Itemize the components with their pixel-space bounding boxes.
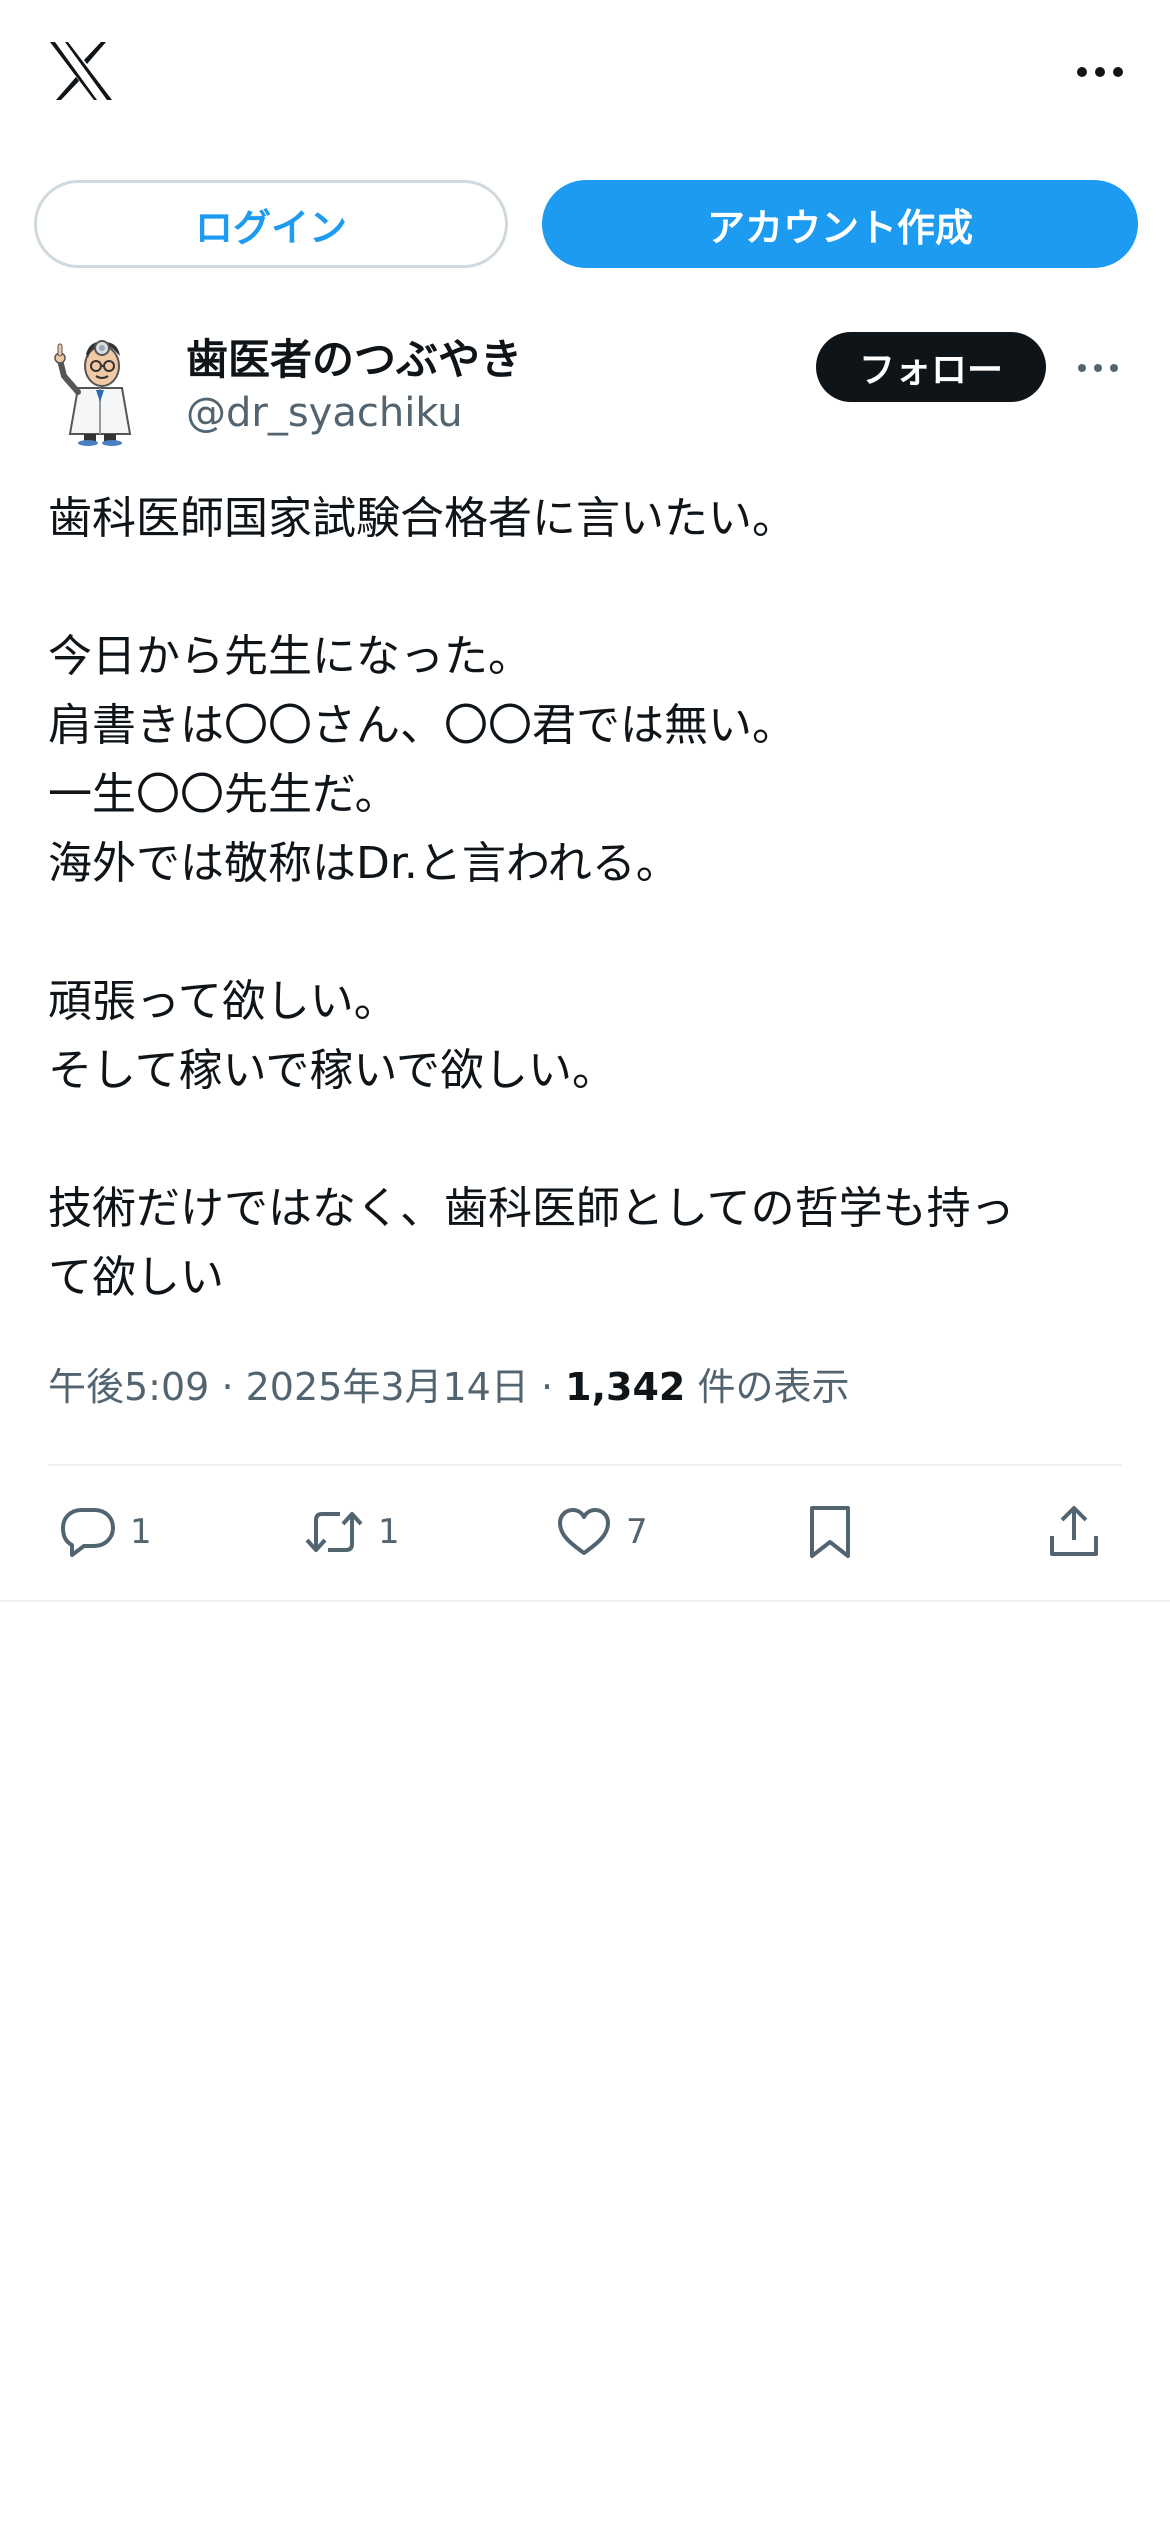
reply-count: 1 xyxy=(130,1512,152,1552)
meta-separator: · xyxy=(221,1365,234,1409)
heart-icon xyxy=(558,1508,610,1555)
more-horizontal-icon[interactable] xyxy=(1070,348,1126,388)
divider xyxy=(48,1464,1122,1466)
avatar[interactable] xyxy=(52,330,148,446)
meta-separator: · xyxy=(540,1365,554,1409)
top-bar xyxy=(0,0,1170,150)
post-time[interactable]: 午後5:09 xyxy=(48,1365,209,1409)
post-text-line: 頑張って欲しい。 xyxy=(48,976,398,1027)
bookmark-icon xyxy=(810,1506,850,1558)
dentist-cartoon-avatar xyxy=(54,340,132,446)
signup-button[interactable]: アカウント作成 xyxy=(542,180,1138,268)
reply-icon xyxy=(61,1508,115,1557)
views-count: 1,342 xyxy=(565,1365,686,1409)
views-label: 件の表示 xyxy=(697,1365,850,1409)
post-text-line: 技術だけではなく、歯科医師としての哲学も持っ xyxy=(48,1183,1015,1234)
post-text-line: 肩書きは〇〇さん、〇〇君では無い。 xyxy=(48,700,796,751)
author-display-name[interactable]: 歯医者のつぶやき xyxy=(186,326,522,387)
post-text-line: 海外では敬称はDr.と言われる。 xyxy=(48,838,680,889)
x-logo-icon[interactable] xyxy=(48,40,114,102)
post-date[interactable]: 2025年3月14日 xyxy=(246,1365,529,1409)
post-text: 歯科医師国家試験合格者に言いたい。 今日から先生になった。 肩書きは〇〇さん、〇… xyxy=(48,484,1128,1312)
post-text-line xyxy=(48,553,1128,622)
post-text-line: 今日から先生になった。 xyxy=(48,631,532,682)
repost-count: 1 xyxy=(378,1512,400,1552)
post-text-line: 一生〇〇先生だ。 xyxy=(48,769,399,820)
reply-button[interactable]: 1 xyxy=(60,1502,152,1562)
like-button[interactable]: 7 xyxy=(556,1502,648,1562)
post-text-line xyxy=(48,898,1128,967)
divider xyxy=(0,1600,1170,1602)
share-button[interactable] xyxy=(1048,1502,1100,1562)
post-text-line: て欲しい xyxy=(48,1252,224,1303)
repost-button[interactable]: 1 xyxy=(304,1502,400,1562)
repost-icon xyxy=(305,1512,363,1552)
author-handle[interactable]: @dr_syachiku xyxy=(186,390,463,436)
bookmark-button[interactable] xyxy=(808,1502,852,1562)
more-horizontal-icon[interactable] xyxy=(1070,52,1130,92)
post-text-line: 歯科医師国家試験合格者に言いたい。 xyxy=(48,493,796,544)
post-meta: 午後5:09 · 2025年3月14日 · 1,342 件の表示 xyxy=(48,1356,849,1411)
like-count: 7 xyxy=(626,1512,648,1552)
post-text-line xyxy=(48,1105,1128,1174)
login-button[interactable]: ログイン xyxy=(34,180,508,268)
follow-button[interactable]: フォロー xyxy=(816,332,1046,402)
post-text-line: そして稼いで稼いで欲しい。 xyxy=(48,1045,617,1096)
share-icon xyxy=(1050,1506,1098,1556)
